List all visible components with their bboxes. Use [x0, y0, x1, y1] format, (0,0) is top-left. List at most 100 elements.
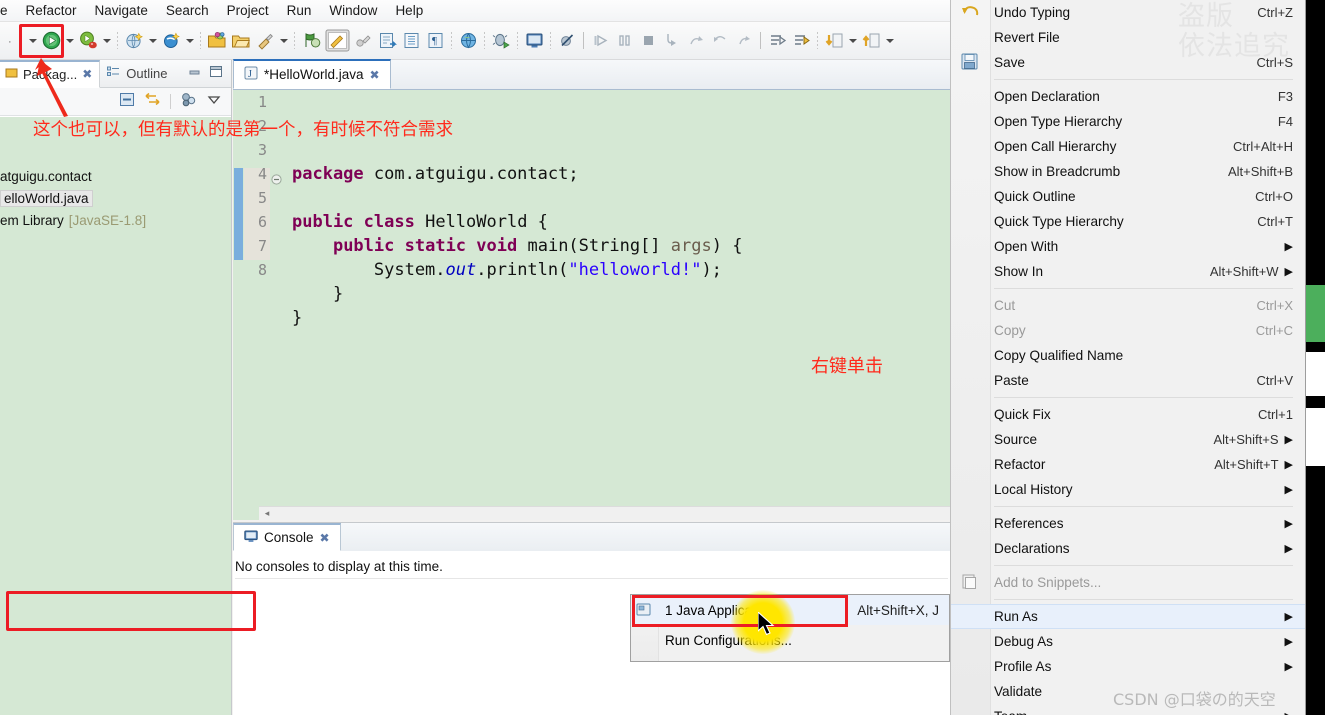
prev-edit-icon[interactable]	[822, 29, 846, 53]
filter-icon[interactable]	[180, 92, 197, 112]
menu-item-e[interactable]: e	[0, 0, 17, 22]
context-menu-item-show-in-breadcrumb[interactable]: Show in Breadcrumb Alt+Shift+B	[951, 159, 1305, 184]
code-line[interactable]: public static void main(String[] args) {	[292, 234, 950, 258]
toggle-mark-icon[interactable]: ¶	[423, 29, 447, 53]
code-line[interactable]: }	[292, 306, 950, 330]
next-annotation-icon[interactable]	[765, 29, 789, 53]
tab-outline[interactable]: Outline	[100, 60, 174, 88]
editor-tab-helloworld[interactable]: J *HelloWorld.java ✖	[233, 59, 391, 89]
tree-item-package[interactable]: atguigu.contact	[0, 165, 231, 187]
prev-edit-caret[interactable]	[846, 29, 859, 53]
maximize-icon[interactable]	[209, 65, 223, 83]
suspend-icon[interactable]	[612, 29, 636, 53]
close-icon[interactable]: ✖	[82, 67, 92, 81]
step-into-icon[interactable]	[660, 29, 684, 53]
tree-item-file[interactable]: elloWorld.java	[0, 187, 231, 209]
console-icon[interactable]	[522, 29, 546, 53]
quick-access-icon[interactable]	[351, 29, 375, 53]
menu-item-navigate[interactable]: Navigate	[86, 0, 157, 22]
context-menu-item-declarations[interactable]: Declarations ▶	[951, 536, 1305, 561]
tab-console[interactable]: Console ✖	[233, 523, 341, 551]
context-menu-item-references[interactable]: References ▶	[951, 511, 1305, 536]
tree-item-library[interactable]: em Library [JavaSE-1.8]	[0, 209, 231, 231]
context-menu-item-paste[interactable]: Paste Ctrl+V	[951, 368, 1305, 393]
context-menu-item-run-as[interactable]: Run As ▶	[951, 604, 1305, 629]
edit-icon[interactable]	[323, 29, 351, 53]
new-wizard-icon[interactable]	[122, 29, 146, 53]
code-line[interactable]: public class HelloWorld {	[292, 210, 950, 234]
folding-ruler[interactable]	[270, 90, 284, 520]
menu-item-help[interactable]: Help	[386, 0, 432, 22]
close-icon[interactable]: ✖	[370, 68, 380, 82]
context-menu-item-revert-file[interactable]: Revert File	[951, 25, 1305, 50]
source-code-text[interactable]: package com.atguigu.contact; public clas…	[284, 90, 950, 546]
prev-item-icon[interactable]: ·	[2, 29, 26, 53]
menu-item-project[interactable]: Project	[218, 0, 278, 22]
context-menu-item-open-declaration[interactable]: Open Declaration F3	[951, 84, 1305, 109]
menu-item-window[interactable]: Window	[320, 0, 386, 22]
previous-annotation-icon[interactable]	[789, 29, 813, 53]
open-folder-icon[interactable]	[229, 29, 253, 53]
code-line[interactable]	[292, 330, 950, 354]
context-menu-item-quick-fix[interactable]: Quick Fix Ctrl+1	[951, 402, 1305, 427]
context-menu-item-quick-outline[interactable]: Quick Outline Ctrl+O	[951, 184, 1305, 209]
search-dropdown-caret[interactable]	[183, 29, 196, 53]
code-line[interactable]	[292, 186, 950, 210]
external-tools-icon[interactable]	[253, 29, 277, 53]
console-output[interactable]: No consoles to display at this time.	[233, 551, 950, 579]
context-menu-item-debug-as[interactable]: Debug As ▶	[951, 629, 1305, 654]
terminate-icon[interactable]	[636, 29, 660, 53]
context-menu-item-undo-typing[interactable]: Undo Typing Ctrl+Z	[951, 0, 1305, 25]
open-resource-icon[interactable]	[205, 29, 229, 53]
context-menu-item-quick-type-hierarchy[interactable]: Quick Type Hierarchy Ctrl+T	[951, 209, 1305, 234]
menu-item-label: Profile As	[994, 659, 1052, 674]
context-menu-item-open-with[interactable]: Open With ▶	[951, 234, 1305, 259]
resume-icon[interactable]	[588, 29, 612, 53]
context-menu-item-cut[interactable]: Cut Ctrl+X	[951, 293, 1305, 318]
debug-perspective-icon[interactable]	[489, 29, 513, 53]
step-over-icon[interactable]	[684, 29, 708, 53]
run-icon[interactable]	[39, 29, 63, 53]
context-menu-item-profile-as[interactable]: Profile As ▶	[951, 654, 1305, 679]
coverage-icon[interactable]	[299, 29, 323, 53]
scroll-left-icon[interactable]: ◂	[259, 508, 275, 519]
context-menu-item-add-to-snippets[interactable]: Add to Snippets...	[951, 570, 1305, 595]
step-return-icon[interactable]	[708, 29, 732, 53]
debug-dropdown-caret[interactable]	[100, 29, 113, 53]
drop-to-frame-icon[interactable]	[732, 29, 756, 53]
debug-icon[interactable]	[76, 29, 100, 53]
context-menu-item-open-type-hierarchy[interactable]: Open Type Hierarchy F4	[951, 109, 1305, 134]
menu-item-refactor[interactable]: Refactor	[17, 0, 86, 22]
context-menu-item-show-in[interactable]: Show In Alt+Shift+W ▶	[951, 259, 1305, 284]
menu-item-run[interactable]: Run	[278, 0, 321, 22]
export-icon[interactable]	[375, 29, 399, 53]
editor-body[interactable]: 12345678 package com.atguigu.contact; pu…	[233, 90, 950, 546]
context-menu-item-copy[interactable]: Copy Ctrl+C	[951, 318, 1305, 343]
collapse-all-icon[interactable]	[119, 92, 135, 112]
menu-item-search[interactable]: Search	[157, 0, 218, 22]
search-icon[interactable]	[159, 29, 183, 53]
context-menu-item-refactor[interactable]: Refactor Alt+Shift+T ▶	[951, 452, 1305, 477]
context-menu-item-save[interactable]: Save Ctrl+S	[951, 50, 1305, 75]
prev-dropdown-caret[interactable]	[26, 29, 39, 53]
code-line[interactable]: System.out.println("helloworld!");	[292, 258, 950, 282]
skip-breakpoints-icon[interactable]	[555, 29, 579, 53]
code-line[interactable]: }	[292, 282, 950, 306]
context-menu-item-source[interactable]: Source Alt+Shift+S ▶	[951, 427, 1305, 452]
close-icon[interactable]: ✖	[320, 531, 330, 545]
next-edit-icon[interactable]	[859, 29, 883, 53]
external-tools-caret[interactable]	[277, 29, 290, 53]
next-edit-caret[interactable]	[883, 29, 896, 53]
view-menu-icon[interactable]	[206, 92, 222, 111]
context-menu-item-copy-qualified-name[interactable]: Copy Qualified Name	[951, 343, 1305, 368]
minimize-icon[interactable]	[188, 65, 202, 83]
outline-icon[interactable]	[399, 29, 423, 53]
new-dropdown-caret[interactable]	[146, 29, 159, 53]
link-with-editor-icon[interactable]	[144, 92, 161, 112]
browser-icon[interactable]	[456, 29, 480, 53]
editor-horizontal-scrollbar[interactable]: ◂	[259, 506, 950, 520]
run-dropdown-caret[interactable]	[63, 29, 76, 53]
context-menu-item-local-history[interactable]: Local History ▶	[951, 477, 1305, 502]
code-line[interactable]: package com.atguigu.contact;	[292, 162, 950, 186]
context-menu-item-open-call-hierarchy[interactable]: Open Call Hierarchy Ctrl+Alt+H	[951, 134, 1305, 159]
